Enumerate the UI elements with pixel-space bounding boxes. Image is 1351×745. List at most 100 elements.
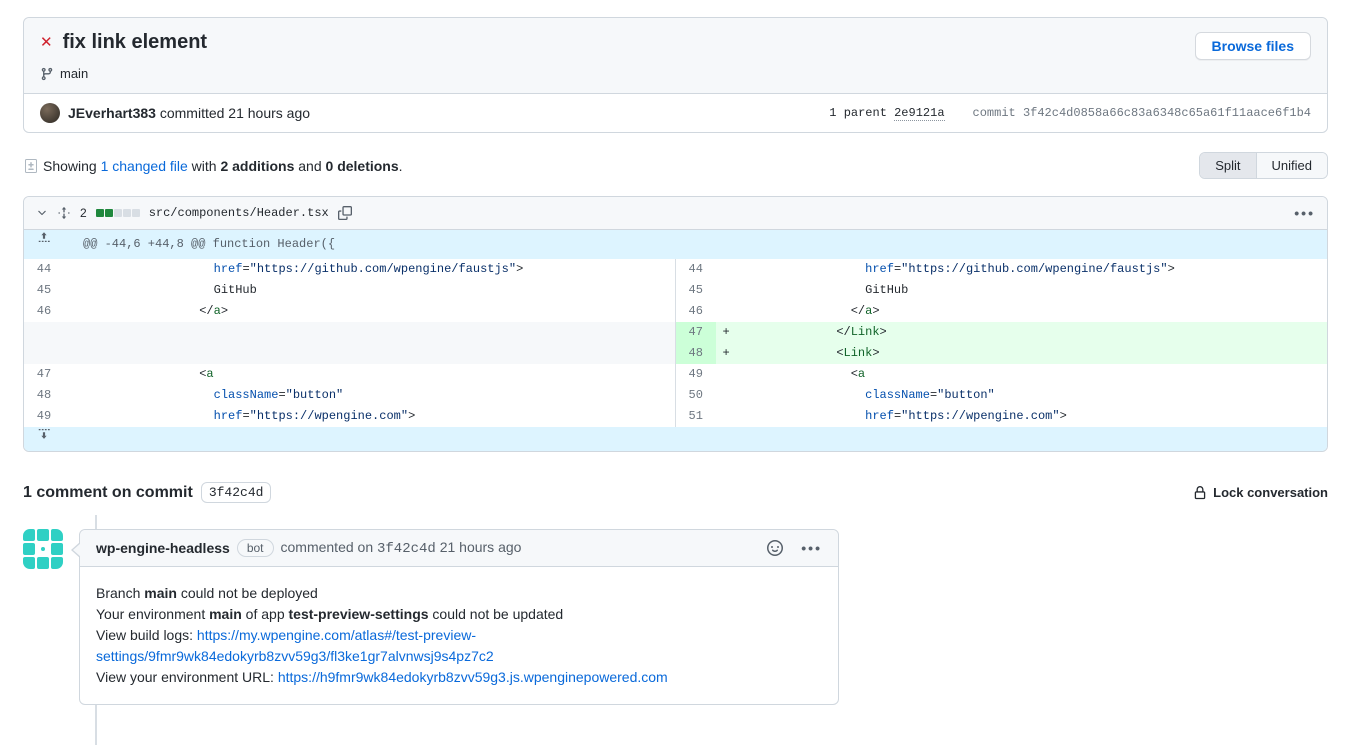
commit-status-failed-icon: ✕	[40, 35, 53, 50]
code-line: + </Link>	[716, 322, 1328, 343]
comment-meta: commented on 3f42c4d 21 hours ago	[281, 539, 522, 557]
committer-avatar[interactable]	[40, 103, 60, 123]
comment-line: Your environment main of app test-previe…	[96, 604, 822, 625]
line-number[interactable]: 48	[24, 385, 64, 406]
emoji-reaction-icon[interactable]	[767, 540, 783, 556]
comment-options-kebab-icon[interactable]: •••	[801, 540, 822, 556]
diff-row: 48+ <Link>	[24, 343, 1327, 364]
expand-up-button[interactable]	[24, 230, 64, 259]
line-number[interactable]: 50	[676, 385, 716, 406]
diff-row: 47+ </Link>	[24, 322, 1327, 343]
code-line: <a	[716, 364, 1328, 385]
line-number[interactable]: 48	[676, 343, 716, 364]
diff-file-header: 2 src/components/Header.tsx •••	[24, 197, 1327, 230]
line-number[interactable]: 46	[676, 301, 716, 322]
diff-row: 46 </a>46 </a>	[24, 301, 1327, 322]
diffstat-square	[105, 209, 113, 217]
bot-avatar[interactable]	[23, 529, 63, 569]
code-line	[64, 343, 676, 364]
line-number[interactable]: 47	[24, 364, 64, 385]
line-number[interactable]: 51	[676, 406, 716, 427]
hunk-row: @@ -44,6 +44,8 @@ function Header({	[24, 230, 1327, 259]
parent-sha-link[interactable]: 2e9121a	[894, 106, 944, 121]
code-line: <a	[64, 364, 676, 385]
diff-row: 47 <a49 <a	[24, 364, 1327, 385]
committer-name[interactable]: JEverhart383	[68, 105, 156, 121]
diffstat-square	[123, 209, 131, 217]
diff-bottom-expander-row	[24, 427, 1327, 451]
line-number[interactable]: 44	[676, 259, 716, 280]
file-changes-count: 2	[80, 206, 87, 220]
code-line: className="button"	[716, 385, 1328, 406]
git-branch-icon	[40, 67, 54, 81]
diff-table: @@ -44,6 +44,8 @@ function Header({ 44 h…	[24, 230, 1327, 451]
commit-sha-chip: 3f42c4d	[201, 482, 272, 503]
line-number[interactable]: 45	[24, 280, 64, 301]
commit-title: fix link element	[63, 31, 208, 54]
code-line: </a>	[716, 301, 1328, 322]
unified-view-button[interactable]: Unified	[1256, 153, 1327, 178]
comment-text: View build logs:	[96, 627, 197, 643]
diff-row: 48 className="button"50 className="butto…	[24, 385, 1327, 406]
changed-files-link[interactable]: 1 changed file	[101, 158, 188, 174]
file-diff-icon	[23, 158, 39, 174]
comment-link[interactable]: https://h9fmr9wk84edokyrb8zvv59g3.js.wpe…	[278, 669, 668, 685]
comment-text: could not be deployed	[177, 585, 318, 601]
code-line: + <Link>	[716, 343, 1328, 364]
comment-text: of app	[242, 606, 289, 622]
diff-view-toggle: Split Unified	[1199, 152, 1328, 179]
line-number[interactable]: 44	[24, 259, 64, 280]
diff-row: 44 href="https://github.com/wpengine/fau…	[24, 259, 1327, 280]
comment-body: Branch main could not be deployedYour en…	[80, 567, 838, 704]
expander-filler	[64, 427, 1327, 451]
chevron-down-icon[interactable]	[36, 207, 48, 219]
commit-meta-row: JEverhart383 committed 21 hours ago 1 pa…	[24, 93, 1327, 132]
browse-files-button[interactable]: Browse files	[1195, 32, 1311, 60]
comment-bold-text: main	[144, 585, 177, 601]
line-number[interactable]: 46	[24, 301, 64, 322]
comment-text: Your environment	[96, 606, 209, 622]
diffstat-square	[96, 209, 104, 217]
comment-timeline: wp-engine-headless bot commented on 3f42…	[23, 515, 1328, 745]
diffstat-square	[114, 209, 122, 217]
line-number[interactable]: 45	[676, 280, 716, 301]
line-number	[24, 343, 64, 364]
parent-info: 1 parent 2e9121a	[829, 106, 944, 120]
line-number[interactable]: 47	[676, 322, 716, 343]
lock-conversation-button[interactable]: Lock conversation	[1193, 485, 1328, 500]
line-number[interactable]: 49	[676, 364, 716, 385]
bot-badge: bot	[237, 539, 274, 557]
diff-summary-row: Showing 1 changed file with 2 additions …	[23, 152, 1328, 179]
comments-count-text: 1 comment on commit	[23, 484, 193, 502]
code-line: href="https://github.com/wpengine/faustj…	[716, 259, 1328, 280]
copy-path-icon[interactable]	[338, 206, 352, 220]
comment-author[interactable]: wp-engine-headless	[96, 540, 230, 556]
file-options-kebab-icon[interactable]: •••	[1294, 205, 1315, 221]
comment-box: wp-engine-headless bot commented on 3f42…	[79, 529, 839, 705]
split-view-button[interactable]: Split	[1200, 153, 1255, 178]
code-line: GitHub	[716, 280, 1328, 301]
comment-line: Branch main could not be deployed	[96, 583, 822, 604]
comment-header: wp-engine-headless bot commented on 3f42…	[80, 530, 838, 567]
comment-meta-sha[interactable]: 3f42c4d	[377, 541, 436, 557]
commit-sha-info: commit 3f42c4d0858a66c83a6348c65a61f11aa…	[973, 106, 1311, 120]
line-number[interactable]: 49	[24, 406, 64, 427]
comments-header-row: 1 comment on commit 3f42c4d Lock convers…	[23, 482, 1328, 503]
comment-text: View your environment URL:	[96, 669, 278, 685]
showing-text: Showing 1 changed file with 2 additions …	[43, 158, 403, 174]
comment-line: View your environment URL: https://h9fmr…	[96, 667, 822, 688]
diff-sign: +	[716, 343, 736, 364]
diff-row: 49 href="https://wpengine.com">51 href="…	[24, 406, 1327, 427]
hunk-header-text: @@ -44,6 +44,8 @@ function Header({	[64, 230, 1327, 259]
commit-sha-value: 3f42c4d0858a66c83a6348c65a61f11aace6f1b4	[1023, 106, 1311, 120]
deletions-count: 0 deletions	[326, 158, 399, 174]
parent-label: 1 parent	[829, 106, 887, 120]
branch-name[interactable]: main	[60, 66, 88, 81]
diffstat-squares	[96, 209, 140, 217]
code-line: </a>	[64, 301, 676, 322]
file-name[interactable]: src/components/Header.tsx	[149, 206, 329, 220]
code-line: href="https://wpengine.com">	[716, 406, 1328, 427]
expand-all-icon[interactable]	[57, 206, 71, 220]
line-number	[24, 322, 64, 343]
expand-down-button[interactable]	[24, 427, 64, 451]
